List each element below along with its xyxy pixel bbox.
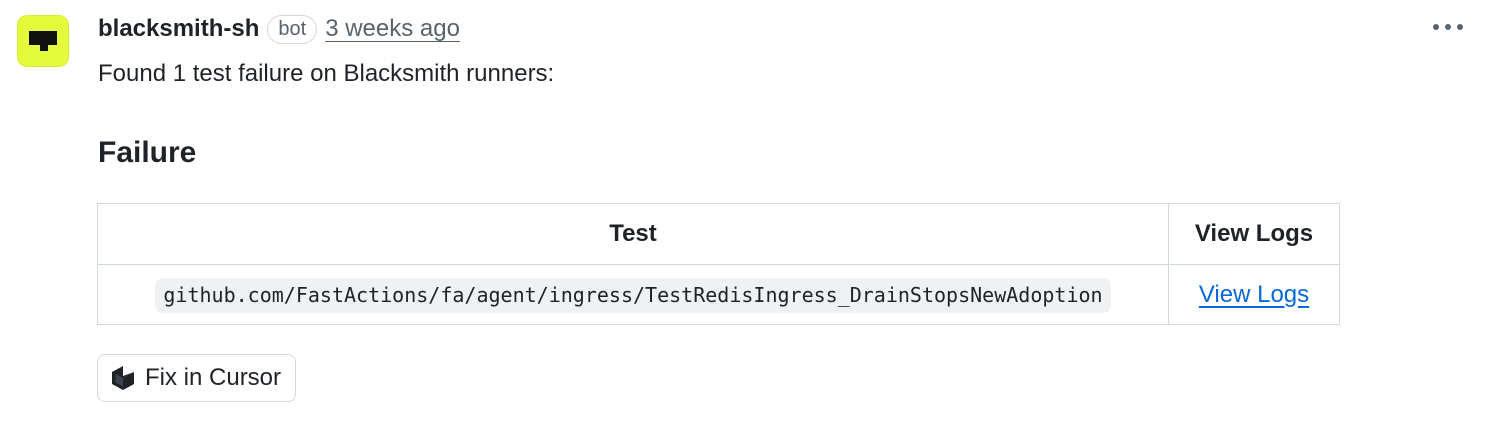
column-header-view-logs: View Logs xyxy=(1168,203,1340,265)
column-header-test: Test xyxy=(97,203,1169,265)
test-name-code: github.com/FastActions/fa/agent/ingress/… xyxy=(155,277,1111,313)
fix-in-cursor-button[interactable]: Fix in Cursor xyxy=(97,354,297,402)
blacksmith-logo-icon xyxy=(29,31,57,51)
logs-cell: View Logs xyxy=(1168,264,1340,325)
comment-intro: Found 1 test failure on Blacksmith runne… xyxy=(98,60,555,87)
table-header-row: Test View Logs xyxy=(97,203,1340,265)
test-cell: github.com/FastActions/fa/agent/ingress/… xyxy=(97,264,1169,325)
fix-in-cursor-label: Fix in Cursor xyxy=(145,364,282,391)
view-logs-link[interactable]: View Logs xyxy=(1199,281,1309,308)
author-name[interactable]: blacksmith-sh xyxy=(98,15,259,43)
cursor-cube-icon xyxy=(112,366,134,390)
kebab-horizontal-icon xyxy=(1433,24,1463,30)
failure-table: Test View Logs github.com/FastActions/fa… xyxy=(97,203,1340,325)
comment-options-button[interactable] xyxy=(1430,14,1466,40)
comment-header: blacksmith-sh bot 3 weeks ago xyxy=(98,12,460,46)
failure-heading: Failure xyxy=(98,136,197,169)
table-row: github.com/FastActions/fa/agent/ingress/… xyxy=(97,264,1340,325)
avatar[interactable] xyxy=(17,15,69,67)
comment-timestamp[interactable]: 3 weeks ago xyxy=(325,15,460,43)
bot-badge: bot xyxy=(267,14,318,44)
